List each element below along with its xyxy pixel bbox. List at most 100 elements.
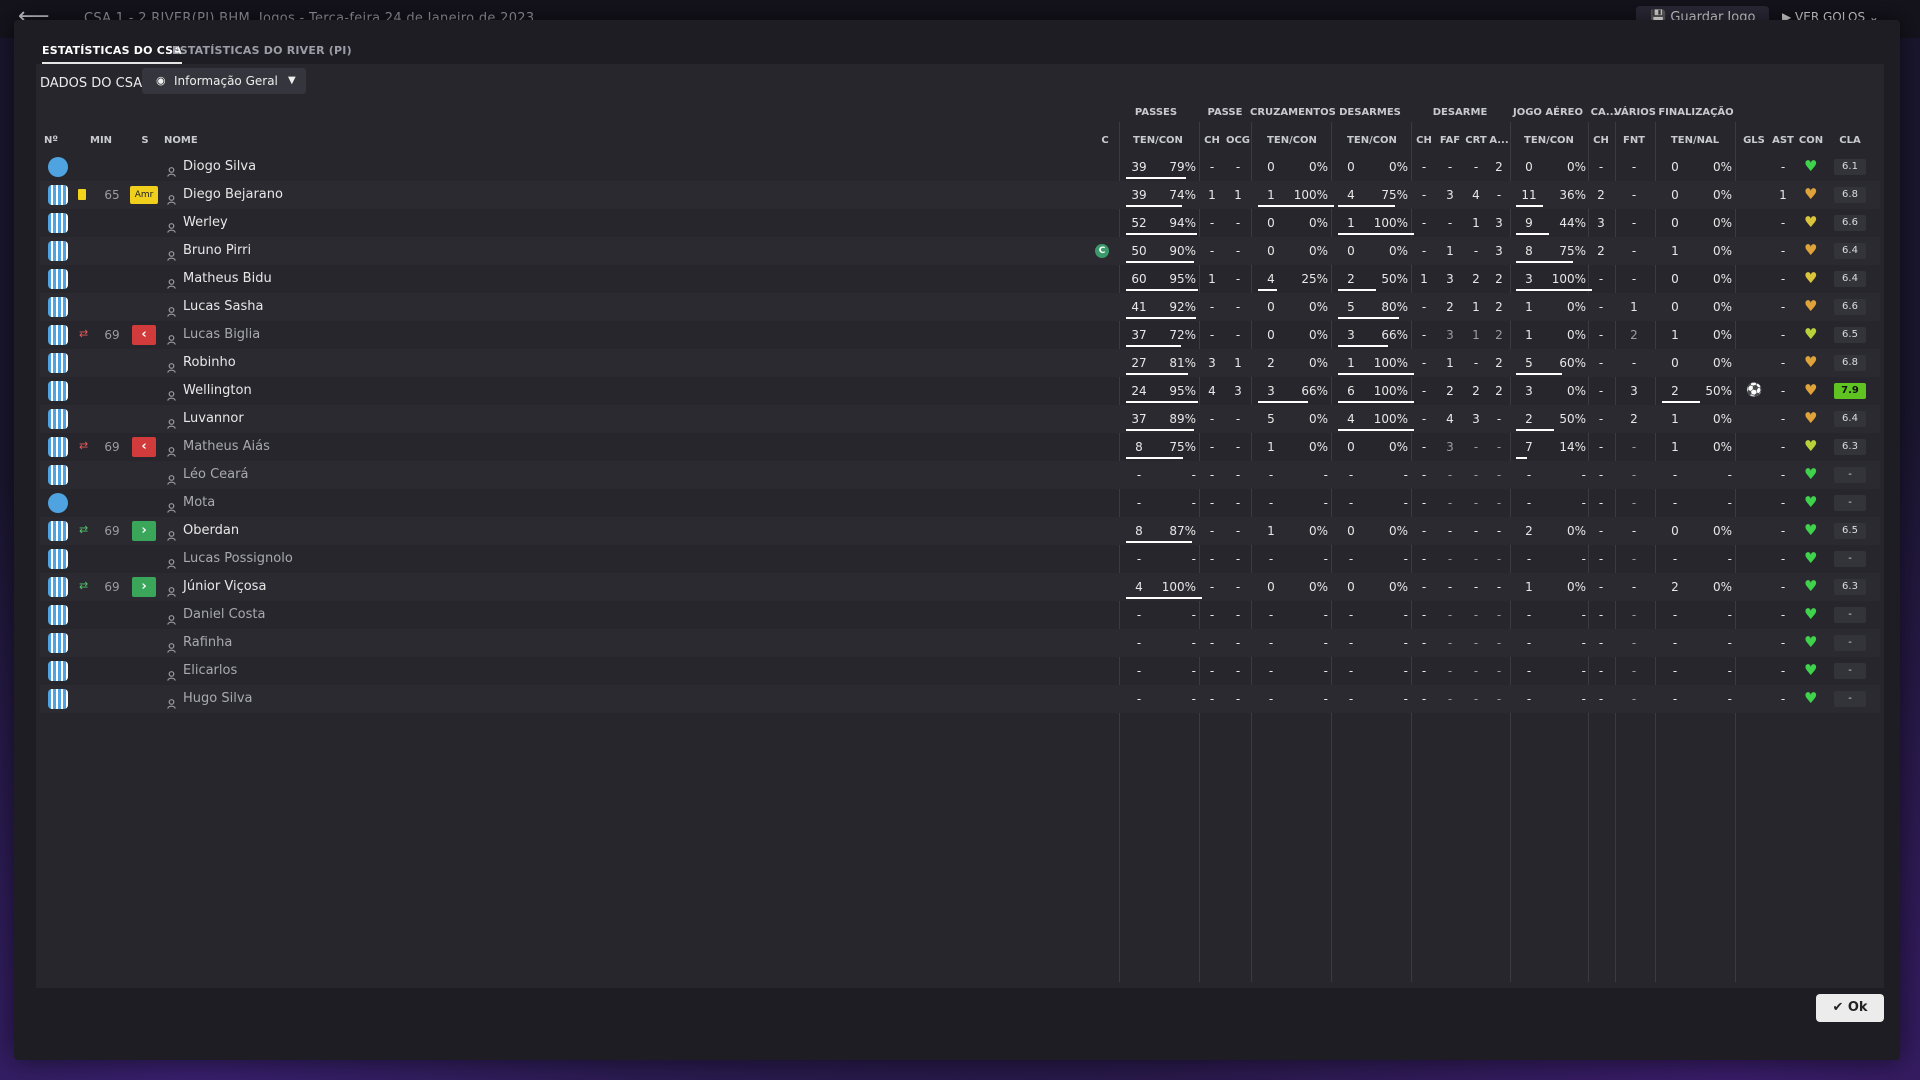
col-con[interactable]: CON [1798,135,1824,146]
table-row[interactable]: Matheus Bidu 60 95% 1-4 25% 2 50% 1 3 2 2 3 100% - -0 0… [40,265,1880,293]
col-gls[interactable]: GLS [1742,135,1766,146]
col-var-fnt[interactable]: FNT [1620,135,1648,146]
minute-value [98,377,126,405]
des-faf: - [1447,692,1453,706]
des-faf: 2 [1446,300,1454,314]
col-desarmes-tencon[interactable]: TEN/CON [1334,135,1410,146]
col-number[interactable]: Nº [44,135,58,146]
player-profile-icon[interactable] [167,666,176,681]
col-cruz-tencon[interactable]: TEN/CON [1254,135,1330,146]
table-row[interactable]: Rafinha - - - - - - - - - - - - - - - - - - - ♥ - [40,629,1880,657]
des-faf: - [1447,160,1453,174]
player-profile-icon[interactable] [167,414,176,429]
table-row[interactable]: ⇄ 69 ‹ Matheus Aiás 8 75% - -1 0% 0 0% -3- -7 14% - -1 0… [40,433,1880,461]
tab-river-stats[interactable]: ESTATÍSTICAS DO RIVER (PI) [172,44,352,57]
player-profile-icon[interactable] [167,498,176,513]
table-row[interactable]: Daniel Costa - - - - - - - - - - - - - - - - - - - ♥ - [40,601,1880,629]
table-row[interactable]: ⇄ 69 › Júnior Viçosa 4 100% - -0 0% 0 0% - - - -1 0% - -2… [40,573,1880,601]
col-fin-tennal[interactable]: TEN/NAL [1656,135,1734,146]
crosses-attempts: - [1268,664,1274,678]
shots-attempts: - [1672,636,1678,650]
des-crt: - [1473,356,1479,370]
col-des-a[interactable]: A... [1489,135,1509,146]
tab-csa-stats[interactable]: ESTATÍSTICAS DO CSA [42,44,183,64]
player-profile-icon[interactable] [167,694,176,709]
col-des-faf[interactable]: FAF [1438,135,1462,146]
view-select-dropdown[interactable]: ◉ Informação Geral ▼ [142,68,306,94]
table-row[interactable]: Léo Ceará - - - - - - - - - - - - - - - - - - - ♥ - [40,461,1880,489]
table-row[interactable]: Bruno Pirri C 50 90% - -0 0% 0 0% -1-3 8 75% 2-1 0% - ♥… [40,237,1880,265]
passes-bar [1126,345,1181,347]
des-a: 2 [1495,328,1503,342]
col-des-crt[interactable]: CRT [1464,135,1488,146]
substitution-icon: ⇄ [79,523,89,536]
table-row[interactable]: Werley 52 94% - -0 0% 1 100% - -1 3 9 44% 3-0 0% - ♥ 6.6 [40,209,1880,237]
player-profile-icon[interactable] [167,442,176,457]
player-profile-icon[interactable] [167,582,176,597]
player-profile-icon[interactable] [167,386,176,401]
crosses-bar [1258,289,1277,291]
col-des-ch[interactable]: CH [1414,135,1434,146]
rating-badge: 6.6 [1834,299,1866,315]
player-profile-icon[interactable] [167,330,176,345]
table-row[interactable]: Wellington 24 95% 4 3 3 66% 6 100% -2 2 2 3 0% -3 2 50% ⚽… [40,377,1880,405]
player-profile-icon[interactable] [167,302,176,317]
player-name: Lucas Possignolo [183,551,293,566]
var-fnt: - [1631,496,1637,510]
player-profile-icon[interactable] [167,218,176,233]
rating-badge: 6.3 [1834,439,1866,455]
player-profile-icon[interactable] [167,554,176,569]
table-row[interactable]: Lucas Sasha 41 92% - -0 0% 5 80% -2 1 2 1 0% -1 0 0% - ♥ 6… [40,293,1880,321]
col-c[interactable]: C [1100,135,1110,146]
shirt-icon [48,325,68,345]
des-a: 2 [1495,300,1503,314]
col-ca-ch[interactable]: CH [1592,135,1610,146]
shots-attempts: 0 [1671,160,1679,174]
col-min[interactable]: MIN [90,135,112,146]
table-row[interactable]: Diogo Silva 39 79% - -0 0% 0 0% - - -2 0 0% - -0 0% - ♥ 6.… [40,153,1880,181]
col-s[interactable]: S [140,135,150,146]
ca-ch: 3 [1597,216,1605,230]
shots-attempts: 1 [1671,244,1679,258]
ca-ch: - [1598,160,1604,174]
player-profile-icon[interactable] [167,190,176,205]
col-aereo-tencon[interactable]: TEN/CON [1512,135,1586,146]
player-profile-icon[interactable] [167,526,176,541]
table-row[interactable]: ⇄ 69 ‹ Lucas Biglia 37 72% - -0 0% 3 66% -3 1 2 1 0% -2 1… [40,321,1880,349]
col-name[interactable]: NOME [164,135,198,146]
col-passe-ocg[interactable]: OCG [1225,135,1251,146]
col-ast[interactable]: AST [1771,135,1795,146]
table-row[interactable]: 65 Amr Diego Bejarano 39 74% 1 1 1 100% 4 75% -3 4-1… [40,181,1880,209]
col-passes-tencon[interactable]: TEN/CON [1120,135,1196,146]
table-row[interactable]: Luvannor 37 89% - -5 0% 4 100% -4 3-2 50% -2 1 0% - ♥ 6.… [40,405,1880,433]
condition-heart-icon: ♥ [1804,213,1818,231]
player-profile-icon[interactable] [167,638,176,653]
var-fnt: - [1631,692,1637,706]
col-cla[interactable]: CLA [1836,135,1864,146]
col-passe-ch[interactable]: CH [1202,135,1222,146]
player-profile-icon[interactable] [167,246,176,261]
table-row[interactable]: Hugo Silva - - - - - - - - - - - - - - - - - - - ♥ - [40,685,1880,713]
rating-badge: 6.4 [1834,411,1866,427]
shots-attempts: - [1672,608,1678,622]
group-finalizacao: FINALIZAÇÃO [1658,107,1734,118]
player-profile-icon[interactable] [167,358,176,373]
ok-button[interactable]: ✔ Ok [1816,994,1884,1022]
condition-heart-icon: ♥ [1804,605,1818,623]
minute-value: 69 [104,580,120,594]
table-row[interactable]: Elicarlos - - - - - - - - - - - - - - - - - - - ♥ - [40,657,1880,685]
player-profile-icon[interactable] [167,610,176,625]
table-row[interactable]: ⇄ 69 › Oberdan 8 87% - -1 0% 0 0% - - - -2 0% - -0 0% - ♥ 6.5 [40,517,1880,545]
player-profile-icon[interactable] [167,274,176,289]
aerial-percent: 36% [1559,188,1586,202]
des-faf: - [1447,580,1453,594]
player-profile-icon[interactable] [167,162,176,177]
shots-attempts: - [1672,664,1678,678]
table-row[interactable]: Lucas Possignolo - - - - - - - - - - - - - - - - - - - ♥ - [40,545,1880,573]
passes-bar [1126,541,1192,543]
table-row[interactable]: Mota - - - - - - - - - - - - - - - - - - - ♥ - [40,489,1880,517]
player-profile-icon[interactable] [167,470,176,485]
table-row[interactable]: Robinho 27 81% 3 1 2 0% 1 100% -1-2 5 60% - -0 0% - ♥ 6.8 [40,349,1880,377]
aerial-bar [1516,261,1573,263]
crosses-attempts: 0 [1267,300,1275,314]
